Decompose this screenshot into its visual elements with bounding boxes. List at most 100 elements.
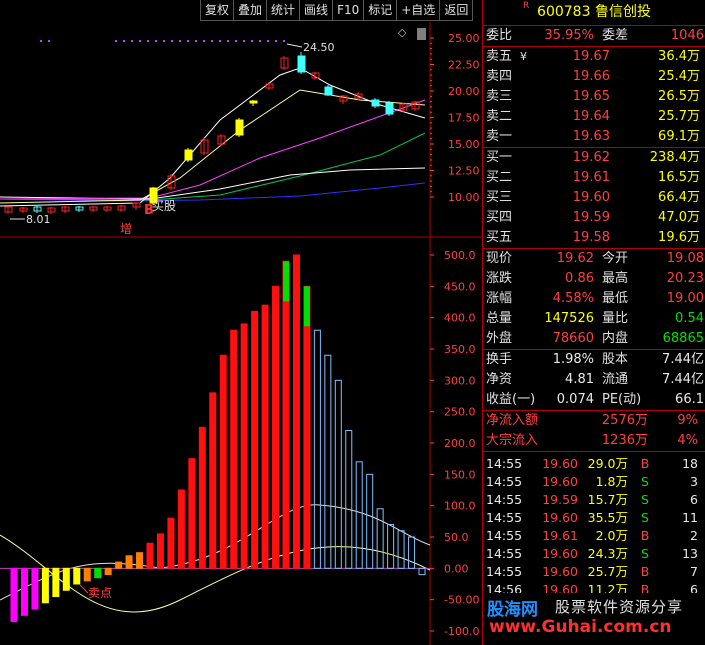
indicator-bar-top [283, 261, 289, 302]
quote-stat-label: 最低 [602, 291, 629, 306]
indicator-axis-label: 450.0 [444, 280, 476, 293]
r-mark: R [523, 1, 530, 11]
indicator-axis-label: 350.0 [444, 343, 476, 356]
bid-row[interactable]: 买三 19.60 66.4万 [483, 188, 705, 208]
overlay-button[interactable]: 叠加 [233, 0, 267, 21]
back-button[interactable]: 返回 [439, 0, 474, 21]
bid-row[interactable]: 买五 19.58 19.6万 [483, 228, 705, 248]
indicator-bar [198, 426, 206, 569]
tick-row[interactable]: 14:55 19.59 15.7万 S 6 [483, 491, 705, 509]
tick-count: 3 [690, 474, 698, 489]
weibi-label: 委比 [486, 28, 513, 43]
tick-time: 14:55 [486, 528, 523, 543]
quote-stat-label: 最高 [602, 271, 629, 286]
indicator-bar [125, 555, 133, 569]
marker-dot [227, 40, 229, 42]
tick-time: 14:55 [486, 546, 523, 561]
tick-count: 7 [690, 564, 698, 579]
indicator-axis-label: 0.00 [444, 562, 469, 575]
indicator-axis-label: 400.0 [444, 312, 476, 325]
chart-area[interactable]: 25.00 22.50 20.00 17.50 15.00 12.50 10.00 500.0… [0, 0, 482, 645]
indicator-axis-label: 50.0 [444, 531, 469, 544]
tick-time: 14:55 [486, 474, 523, 489]
tick-row[interactable]: 14:55 19.61 2.0万 B 2 [483, 527, 705, 545]
indicator-bar [282, 260, 290, 569]
marker-dot [155, 40, 157, 42]
indicator-axis-label: 250.0 [444, 406, 476, 419]
tick-volume: 15.7万 [587, 492, 628, 507]
marker-dot [267, 40, 269, 42]
indicator-axis-label: 150.0 [444, 468, 476, 481]
bid-book: 买一 19.62 238.4万 买二 19.61 16.5万 买三 19.60 66.4万 买四 1… [483, 148, 705, 249]
f10-button[interactable]: F10 [332, 0, 364, 21]
indicator-bar [177, 489, 185, 569]
indicator-bar [376, 508, 384, 569]
ask-row[interactable]: 卖二 19.64 25.7万 [483, 107, 705, 127]
fund-stat-value: 1.98% [552, 352, 594, 367]
tick-count: 11 [682, 510, 698, 525]
bid-volume: 66.4万 [658, 190, 700, 205]
marker-dot [243, 40, 245, 42]
mark-button[interactable]: 标记 [363, 0, 397, 21]
ask-label: 卖二 [486, 109, 513, 124]
flow-value: 2576万 [601, 413, 648, 428]
ask-row[interactable]: 卖三 19.65 26.5万 [483, 87, 705, 107]
fuquan-button[interactable]: 复权 [200, 0, 234, 21]
quote-panel: R 600783 鲁信创投 委比 35.95% 委差 1046 卖五 ¥19.67… [482, 0, 705, 645]
quote-stat-value: 19.62 [556, 251, 594, 266]
indicator-bar [62, 567, 70, 591]
indicator-bar [10, 567, 18, 623]
tick-row[interactable]: 14:55 19.60 29.0万 B 18 [483, 455, 705, 473]
moving-average-line [0, 99, 426, 200]
tick-side: S [641, 492, 649, 507]
fund-stat-label: 收益(一) [486, 392, 536, 407]
indicator-bar [230, 329, 238, 569]
watermark-logo: 股海网 股票软件资源分享 www.Guhai.com.cn [483, 593, 705, 645]
ask-volume: 26.5万 [658, 89, 700, 104]
tick-row[interactable]: 14:55 19.60 35.5万 S 11 [483, 509, 705, 527]
quote-stat-row: 现价 19.62 今开 19.08 [483, 249, 705, 269]
indicator-axis-label: 500.0 [444, 249, 476, 262]
ask-price: 19.65 [572, 89, 610, 104]
add-favorite-button[interactable]: +自选 [396, 0, 440, 21]
indicator-bar [83, 567, 91, 582]
ask-row[interactable]: 卖一 19.63 69.1万 [483, 127, 705, 147]
indicator-axis-label: -50.00 [444, 594, 479, 607]
marker-dot [211, 40, 213, 42]
fund-stat-label: PE(动) [602, 392, 642, 407]
quote-stat-row: 总量 147526 量比 0.54 [483, 309, 705, 329]
indicator-bar [387, 523, 395, 569]
weicha-value: 1046 [670, 28, 704, 43]
tick-side: S [641, 546, 649, 561]
bid-row[interactable]: 买二 19.61 16.5万 [483, 168, 705, 188]
indicator-bar [20, 567, 28, 616]
tick-list[interactable]: 14:55 19.60 29.0万 B 18 14:55 19.60 1.8万 S 3 14:55 1… [483, 452, 705, 599]
bid-row[interactable]: 买四 19.59 47.0万 [483, 208, 705, 228]
ask-volume: 25.4万 [658, 69, 700, 84]
fund-stat-value: 4.81 [565, 372, 594, 387]
logo-sub: 股票软件资源分享 [555, 598, 684, 616]
ask-row[interactable]: 卖五 ¥19.67 36.4万 [483, 47, 705, 67]
price-axis-label: 25.00 [448, 32, 480, 45]
weicha-label: 委差 [602, 28, 629, 43]
indicator-axis-label: -100.0 [444, 625, 479, 638]
ask-volume: 69.1万 [658, 129, 700, 144]
indicator-bar [251, 310, 259, 569]
ask-row[interactable]: 卖四 19.66 25.4万 [483, 67, 705, 87]
marker-dot [275, 40, 277, 42]
price-axis-label: 15.00 [448, 138, 480, 151]
tick-row[interactable]: 14:55 19.60 25.7万 B 7 [483, 563, 705, 581]
tick-price: 19.60 [542, 510, 578, 525]
indicator-bar [313, 329, 321, 569]
indicator-bar [41, 567, 49, 604]
statistics-button[interactable]: 统计 [266, 0, 300, 21]
tick-row[interactable]: 14:55 19.60 24.3万 S 13 [483, 545, 705, 563]
tick-price: 19.61 [542, 528, 578, 543]
tick-count: 13 [682, 546, 698, 561]
tick-row[interactable]: 14:55 19.60 1.8万 S 3 [483, 473, 705, 491]
bid-row[interactable]: 买一 19.62 238.4万 [483, 148, 705, 168]
stock-chart-window: 25.00 22.50 20.00 17.50 15.00 12.50 10.00 500.0… [0, 0, 705, 645]
quote-stat-label: 总量 [486, 311, 513, 326]
draw-line-button[interactable]: 画线 [299, 0, 333, 21]
indicator-bar [366, 473, 374, 569]
